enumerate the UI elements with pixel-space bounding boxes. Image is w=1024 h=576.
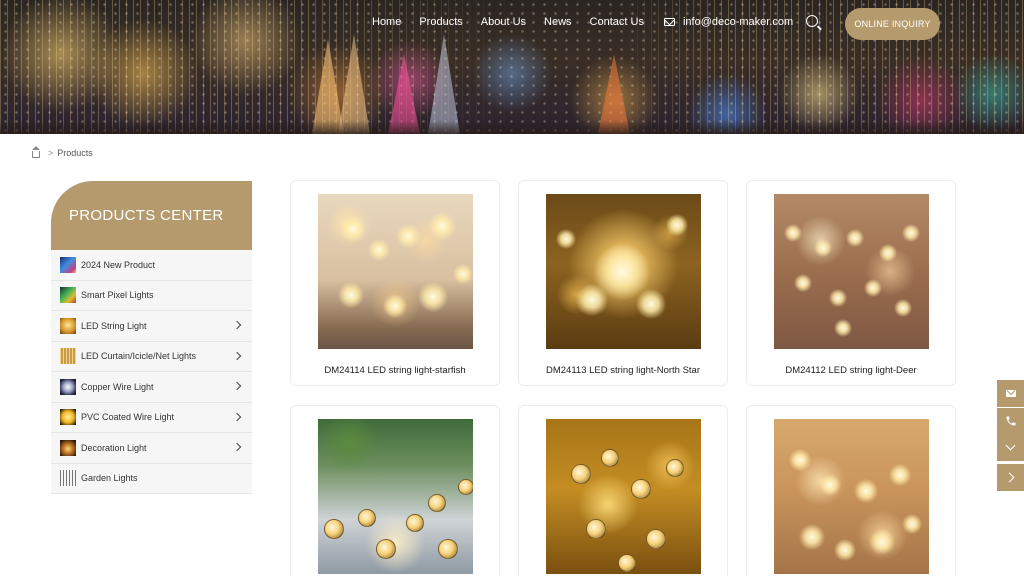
search-icon[interactable]	[806, 15, 818, 27]
float-collapse-button[interactable]	[997, 434, 1024, 461]
phone-icon	[1006, 416, 1015, 426]
sidebar-item-label: Decoration Light	[81, 442, 147, 453]
chevron-right-icon[interactable]	[232, 351, 242, 360]
product-title[interactable]: DM24113 LED string light-North Star	[519, 365, 727, 376]
product-title[interactable]: DM24114 LED string light-starfish	[291, 365, 499, 376]
sidebar-item-decoration-light[interactable]: Decoration Light	[51, 433, 252, 464]
breadcrumb-separator: >	[48, 148, 54, 158]
header-email-text: info@deco-maker.com	[682, 16, 794, 28]
tree-decoration	[428, 34, 460, 134]
product-card[interactable]: DM24113 LED string light-North Star	[518, 180, 728, 386]
nav-home[interactable]: Home	[372, 16, 401, 28]
product-image[interactable]	[546, 194, 701, 349]
nav-products[interactable]: Products	[419, 16, 462, 28]
product-image[interactable]	[546, 419, 701, 574]
mail-icon	[1005, 390, 1016, 397]
category-thumbnail	[60, 409, 76, 426]
product-card[interactable]	[518, 405, 728, 576]
nav-news[interactable]: News	[544, 16, 572, 28]
float-mail-button[interactable]	[997, 380, 1024, 407]
product-card[interactable]: DM24114 LED string light-starfish	[290, 180, 500, 386]
nav-contact-us[interactable]: Contact Us	[590, 16, 644, 28]
product-image[interactable]	[318, 194, 473, 349]
chevron-right-icon[interactable]	[232, 320, 242, 330]
product-card[interactable]	[290, 405, 500, 576]
sidebar-item-label: LED String Light	[81, 320, 147, 331]
home-icon[interactable]	[32, 145, 40, 158]
product-image[interactable]	[774, 419, 929, 574]
category-thumbnail	[60, 439, 76, 456]
sidebar-item-smart-pixel-lights[interactable]: Smart Pixel Lights	[51, 281, 252, 311]
sidebar-item-led-curtain-icicle-net-lights[interactable]: LED Curtain/Icicle/Net Lights	[51, 342, 252, 372]
category-thumbnail	[60, 317, 76, 334]
chevron-right-icon[interactable]	[232, 412, 242, 421]
chevron-right-icon[interactable]	[232, 381, 242, 391]
nav-about-us[interactable]: About Us	[481, 16, 526, 28]
products-sidebar: PRODUCTS CENTER 2024 New Product Smart P…	[51, 181, 252, 494]
mail-icon	[663, 18, 675, 26]
sidebar-title: PRODUCTS CENTER	[51, 181, 252, 250]
main-nav: Home Products About Us News Contact Us i…	[372, 16, 793, 28]
float-phone-button[interactable]	[997, 408, 1024, 434]
sidebar-item-2024-new-product[interactable]: 2024 New Product	[51, 250, 252, 281]
category-thumbnail	[60, 378, 76, 395]
breadcrumb: > Products	[32, 145, 93, 158]
sidebar-item-copper-wire-light[interactable]: Copper Wire Light	[51, 372, 252, 403]
sidebar-item-label: PVC Coated Wire Light	[81, 412, 175, 423]
breadcrumb-current[interactable]: Products	[57, 148, 93, 158]
product-image[interactable]	[774, 194, 929, 349]
online-inquiry-button[interactable]: ONLINE INQUIRY	[845, 8, 940, 40]
product-card[interactable]: DM24112 LED string light-Deer	[746, 180, 956, 386]
product-title[interactable]: DM24112 LED string light-Deer	[747, 365, 955, 376]
sidebar-item-pvc-coated-wire-light[interactable]: PVC Coated Wire Light	[51, 403, 252, 433]
chevron-down-icon	[1005, 440, 1016, 451]
sidebar-item-label: Garden Lights	[81, 473, 138, 484]
sidebar-item-label: 2024 New Product	[81, 259, 156, 270]
chevron-right-icon[interactable]	[232, 442, 242, 452]
sidebar-item-led-string-light[interactable]: LED String Light	[51, 311, 252, 342]
tree-decoration	[338, 34, 370, 134]
header-email[interactable]: info@deco-maker.com	[663, 16, 794, 28]
chevron-right-icon	[1004, 472, 1014, 483]
float-expand-button[interactable]	[997, 464, 1024, 491]
sidebar-item-label: Copper Wire Light	[81, 381, 154, 392]
category-thumbnail	[60, 256, 76, 273]
sidebar-item-label: LED Curtain/Icicle/Net Lights	[81, 351, 197, 362]
category-thumbnail	[60, 470, 76, 487]
product-image[interactable]	[318, 419, 473, 574]
category-thumbnail	[60, 348, 76, 365]
product-card[interactable]	[746, 405, 956, 576]
sidebar-item-garden-lights[interactable]: Garden Lights	[51, 464, 252, 494]
category-thumbnail	[60, 287, 76, 304]
sidebar-item-label: Smart Pixel Lights	[81, 290, 154, 301]
